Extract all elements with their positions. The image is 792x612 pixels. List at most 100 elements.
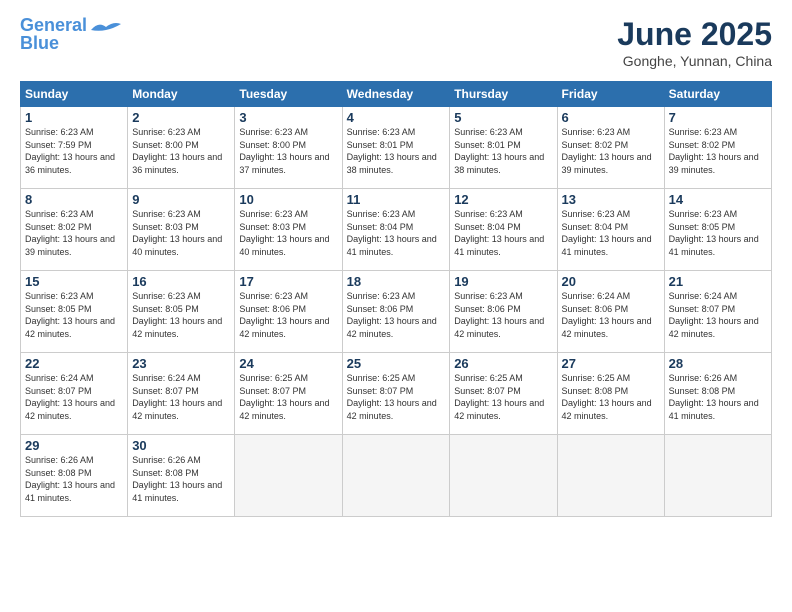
- day-info: Sunrise: 6:26 AM Sunset: 8:08 PM Dayligh…: [132, 455, 222, 503]
- day-info: Sunrise: 6:23 AM Sunset: 8:03 PM Dayligh…: [239, 209, 329, 257]
- day-info: Sunrise: 6:23 AM Sunset: 8:05 PM Dayligh…: [132, 291, 222, 339]
- day-number: 3: [239, 110, 337, 125]
- day-number: 5: [454, 110, 552, 125]
- table-row: 8 Sunrise: 6:23 AM Sunset: 8:02 PM Dayli…: [21, 189, 128, 271]
- day-info: Sunrise: 6:23 AM Sunset: 8:02 PM Dayligh…: [25, 209, 115, 257]
- header: General Blue June 2025 Gonghe, Yunnan, C…: [20, 16, 772, 69]
- day-info: Sunrise: 6:23 AM Sunset: 8:01 PM Dayligh…: [454, 127, 544, 175]
- day-number: 26: [454, 356, 552, 371]
- day-number: 6: [562, 110, 660, 125]
- table-row: [342, 435, 450, 517]
- title-block: June 2025 Gonghe, Yunnan, China: [617, 16, 772, 69]
- calendar-week-row: 22 Sunrise: 6:24 AM Sunset: 8:07 PM Dayl…: [21, 353, 772, 435]
- table-row: 2 Sunrise: 6:23 AM Sunset: 8:00 PM Dayli…: [128, 107, 235, 189]
- day-number: 21: [669, 274, 767, 289]
- day-info: Sunrise: 6:23 AM Sunset: 8:00 PM Dayligh…: [239, 127, 329, 175]
- table-row: 4 Sunrise: 6:23 AM Sunset: 8:01 PM Dayli…: [342, 107, 450, 189]
- day-info: Sunrise: 6:23 AM Sunset: 8:06 PM Dayligh…: [347, 291, 437, 339]
- day-number: 23: [132, 356, 230, 371]
- day-number: 15: [25, 274, 123, 289]
- subtitle: Gonghe, Yunnan, China: [617, 53, 772, 69]
- day-number: 4: [347, 110, 446, 125]
- logo-bird-icon: [91, 21, 121, 39]
- day-number: 22: [25, 356, 123, 371]
- day-number: 27: [562, 356, 660, 371]
- day-info: Sunrise: 6:25 AM Sunset: 8:07 PM Dayligh…: [239, 373, 329, 421]
- table-row: [664, 435, 771, 517]
- logo-text: General Blue: [20, 16, 87, 52]
- day-number: 24: [239, 356, 337, 371]
- day-number: 18: [347, 274, 446, 289]
- table-row: 14 Sunrise: 6:23 AM Sunset: 8:05 PM Dayl…: [664, 189, 771, 271]
- table-row: 20 Sunrise: 6:24 AM Sunset: 8:06 PM Dayl…: [557, 271, 664, 353]
- col-sunday: Sunday: [21, 82, 128, 107]
- col-saturday: Saturday: [664, 82, 771, 107]
- day-number: 20: [562, 274, 660, 289]
- table-row: 29 Sunrise: 6:26 AM Sunset: 8:08 PM Dayl…: [21, 435, 128, 517]
- day-info: Sunrise: 6:23 AM Sunset: 8:05 PM Dayligh…: [669, 209, 759, 257]
- day-info: Sunrise: 6:23 AM Sunset: 8:05 PM Dayligh…: [25, 291, 115, 339]
- day-info: Sunrise: 6:24 AM Sunset: 8:07 PM Dayligh…: [132, 373, 222, 421]
- calendar-week-row: 8 Sunrise: 6:23 AM Sunset: 8:02 PM Dayli…: [21, 189, 772, 271]
- table-row: 23 Sunrise: 6:24 AM Sunset: 8:07 PM Dayl…: [128, 353, 235, 435]
- day-info: Sunrise: 6:26 AM Sunset: 8:08 PM Dayligh…: [25, 455, 115, 503]
- day-info: Sunrise: 6:25 AM Sunset: 8:07 PM Dayligh…: [454, 373, 544, 421]
- table-row: 5 Sunrise: 6:23 AM Sunset: 8:01 PM Dayli…: [450, 107, 557, 189]
- table-row: [235, 435, 342, 517]
- day-number: 2: [132, 110, 230, 125]
- day-info: Sunrise: 6:24 AM Sunset: 8:07 PM Dayligh…: [669, 291, 759, 339]
- table-row: 6 Sunrise: 6:23 AM Sunset: 8:02 PM Dayli…: [557, 107, 664, 189]
- calendar-week-row: 1 Sunrise: 6:23 AM Sunset: 7:59 PM Dayli…: [21, 107, 772, 189]
- day-info: Sunrise: 6:23 AM Sunset: 8:04 PM Dayligh…: [347, 209, 437, 257]
- day-info: Sunrise: 6:23 AM Sunset: 8:06 PM Dayligh…: [454, 291, 544, 339]
- table-row: 11 Sunrise: 6:23 AM Sunset: 8:04 PM Dayl…: [342, 189, 450, 271]
- col-monday: Monday: [128, 82, 235, 107]
- table-row: 19 Sunrise: 6:23 AM Sunset: 8:06 PM Dayl…: [450, 271, 557, 353]
- table-row: 17 Sunrise: 6:23 AM Sunset: 8:06 PM Dayl…: [235, 271, 342, 353]
- day-info: Sunrise: 6:24 AM Sunset: 8:07 PM Dayligh…: [25, 373, 115, 421]
- page: General Blue June 2025 Gonghe, Yunnan, C…: [0, 0, 792, 612]
- table-row: [557, 435, 664, 517]
- day-info: Sunrise: 6:23 AM Sunset: 7:59 PM Dayligh…: [25, 127, 115, 175]
- day-info: Sunrise: 6:26 AM Sunset: 8:08 PM Dayligh…: [669, 373, 759, 421]
- day-number: 7: [669, 110, 767, 125]
- day-info: Sunrise: 6:23 AM Sunset: 8:00 PM Dayligh…: [132, 127, 222, 175]
- table-row: 7 Sunrise: 6:23 AM Sunset: 8:02 PM Dayli…: [664, 107, 771, 189]
- day-number: 10: [239, 192, 337, 207]
- col-thursday: Thursday: [450, 82, 557, 107]
- logo: General Blue: [20, 16, 121, 52]
- day-number: 14: [669, 192, 767, 207]
- calendar-table: Sunday Monday Tuesday Wednesday Thursday…: [20, 81, 772, 517]
- day-info: Sunrise: 6:23 AM Sunset: 8:06 PM Dayligh…: [239, 291, 329, 339]
- col-wednesday: Wednesday: [342, 82, 450, 107]
- month-title: June 2025: [617, 16, 772, 53]
- table-row: 21 Sunrise: 6:24 AM Sunset: 8:07 PM Dayl…: [664, 271, 771, 353]
- table-row: 9 Sunrise: 6:23 AM Sunset: 8:03 PM Dayli…: [128, 189, 235, 271]
- table-row: 27 Sunrise: 6:25 AM Sunset: 8:08 PM Dayl…: [557, 353, 664, 435]
- day-info: Sunrise: 6:23 AM Sunset: 8:04 PM Dayligh…: [562, 209, 652, 257]
- calendar-week-row: 15 Sunrise: 6:23 AM Sunset: 8:05 PM Dayl…: [21, 271, 772, 353]
- table-row: 28 Sunrise: 6:26 AM Sunset: 8:08 PM Dayl…: [664, 353, 771, 435]
- table-row: 13 Sunrise: 6:23 AM Sunset: 8:04 PM Dayl…: [557, 189, 664, 271]
- table-row: 1 Sunrise: 6:23 AM Sunset: 7:59 PM Dayli…: [21, 107, 128, 189]
- table-row: 10 Sunrise: 6:23 AM Sunset: 8:03 PM Dayl…: [235, 189, 342, 271]
- day-info: Sunrise: 6:23 AM Sunset: 8:04 PM Dayligh…: [454, 209, 544, 257]
- day-info: Sunrise: 6:25 AM Sunset: 8:07 PM Dayligh…: [347, 373, 437, 421]
- table-row: 16 Sunrise: 6:23 AM Sunset: 8:05 PM Dayl…: [128, 271, 235, 353]
- day-number: 13: [562, 192, 660, 207]
- table-row: [450, 435, 557, 517]
- day-number: 29: [25, 438, 123, 453]
- day-number: 1: [25, 110, 123, 125]
- table-row: 24 Sunrise: 6:25 AM Sunset: 8:07 PM Dayl…: [235, 353, 342, 435]
- table-row: 15 Sunrise: 6:23 AM Sunset: 8:05 PM Dayl…: [21, 271, 128, 353]
- day-info: Sunrise: 6:23 AM Sunset: 8:03 PM Dayligh…: [132, 209, 222, 257]
- table-row: 30 Sunrise: 6:26 AM Sunset: 8:08 PM Dayl…: [128, 435, 235, 517]
- day-info: Sunrise: 6:25 AM Sunset: 8:08 PM Dayligh…: [562, 373, 652, 421]
- calendar-week-row: 29 Sunrise: 6:26 AM Sunset: 8:08 PM Dayl…: [21, 435, 772, 517]
- day-number: 11: [347, 192, 446, 207]
- table-row: 25 Sunrise: 6:25 AM Sunset: 8:07 PM Dayl…: [342, 353, 450, 435]
- day-number: 25: [347, 356, 446, 371]
- col-friday: Friday: [557, 82, 664, 107]
- col-tuesday: Tuesday: [235, 82, 342, 107]
- table-row: 22 Sunrise: 6:24 AM Sunset: 8:07 PM Dayl…: [21, 353, 128, 435]
